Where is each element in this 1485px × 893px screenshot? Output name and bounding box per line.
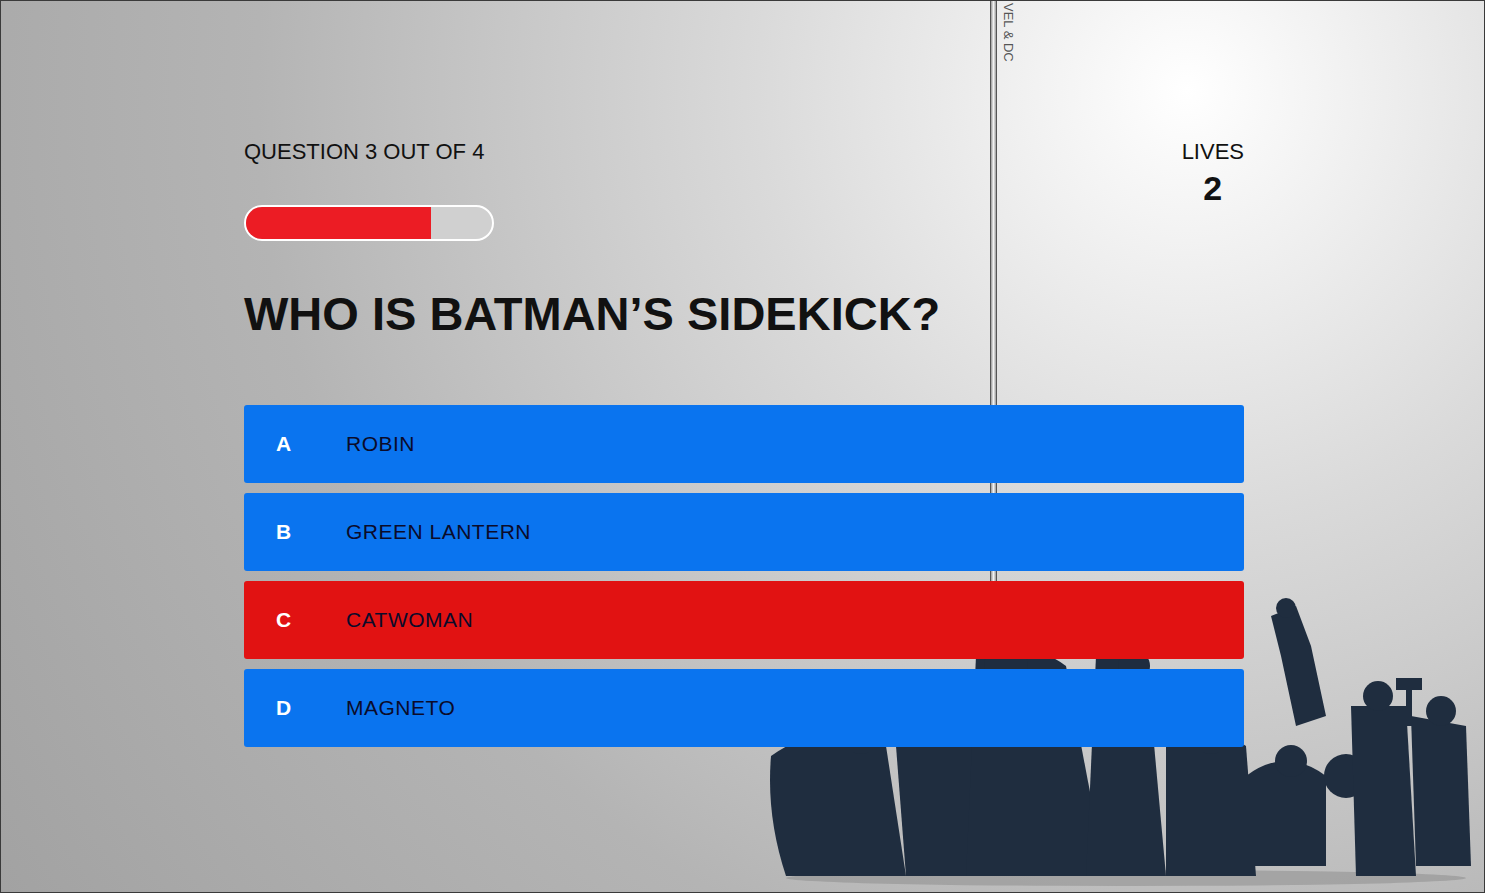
banner-text: VEL & DC (1001, 3, 1015, 62)
lives-count: 2 (1203, 168, 1222, 208)
answer-option[interactable]: BGREEN LANTERN (244, 493, 1244, 571)
answer-list: AROBIN BGREEN LANTERN CCATWOMAN DMAGNETO (244, 405, 1244, 747)
answer-letter: A (276, 428, 346, 460)
lives: LIVES2 (1182, 138, 1244, 208)
progress-label: QUESTION 3 OUT OF 4 (244, 138, 494, 166)
answer-text: CATWOMAN (346, 604, 473, 636)
answer-letter: D (276, 692, 346, 724)
answer-option[interactable]: AROBIN (244, 405, 1244, 483)
answer-option[interactable]: CCATWOMAN (244, 581, 1244, 659)
progress-bar (244, 205, 494, 241)
answer-text: MAGNETO (346, 692, 455, 724)
question: WHO IS BATMAN’S SIDEKICK? (244, 285, 1244, 343)
quiz-screen: VEL & DC QUESTION 3 OUT OF 4 LIVES2 WHO IS … (0, 0, 1485, 893)
lives-label: LIVES (1182, 138, 1244, 166)
quiz-header: QUESTION 3 OUT OF 4 LIVES2 (244, 138, 1244, 241)
answer-text: ROBIN (346, 428, 415, 460)
answer-option[interactable]: DMAGNETO (244, 669, 1244, 747)
answer-letter: B (276, 516, 346, 548)
answer-text: GREEN LANTERN (346, 516, 531, 548)
answer-letter: C (276, 604, 346, 636)
progress-fill (246, 207, 431, 239)
